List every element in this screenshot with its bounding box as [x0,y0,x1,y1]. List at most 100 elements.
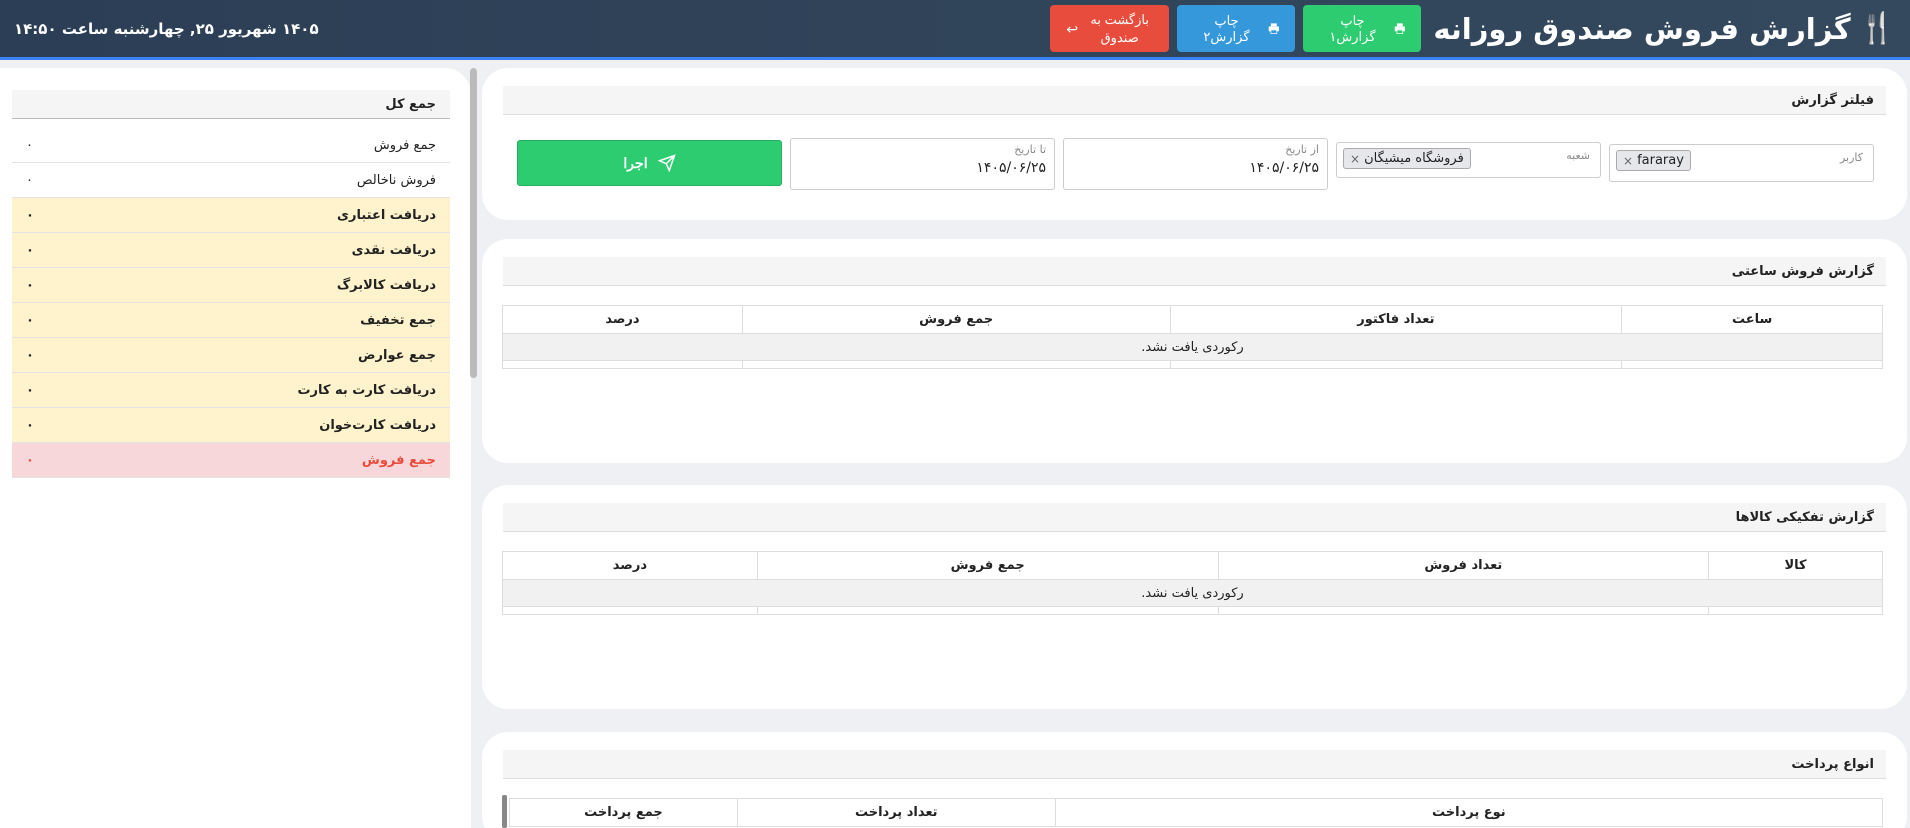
payment-types-table: نوع پرداخت تعداد پرداخت جمع پرداخت [509,798,1884,827]
column-header[interactable]: جمع فروش [741,305,1171,334]
from-date-label: از تاریخ [1285,143,1319,156]
column-header[interactable]: کالا [1708,551,1883,580]
table-row: رکوردی یافت نشد. [502,579,1883,607]
branch-select[interactable]: شعبه فروشگاه میشیگان × [1336,142,1601,178]
hourly-sales-card: گزارش فروش ساعتی ساعت تعداد فاکتور جمع ف… [482,239,1907,463]
summary-label: جمع فروش [373,137,436,153]
run-report-button[interactable]: اجرا [517,140,782,186]
printer-icon [1268,23,1279,34]
summary-label: دریافت اعتباری [337,207,436,223]
header-datetime: ۱۴۰۵ شهریور ۲۵, چهارشنبه ساعت ۱۴:۵۰ [14,19,319,38]
summary-total-row: جمع فروش ۰ [12,443,450,478]
table-header-row: کالا تعداد فروش جمع فروش درصد [502,551,1883,580]
branch-label: شعبه [1566,149,1590,162]
summary-label: جمع تخفیف [360,312,436,328]
table-row [502,606,1883,615]
summary-row: جمع تخفیف ۰ [12,303,450,338]
user-label: کاربر [1839,151,1863,164]
items-report-table: کالا تعداد فروش جمع فروش درصد رکوردی یاف… [502,551,1883,615]
remove-user-icon[interactable]: × [1623,154,1633,168]
summary-label: دریافت نقدی [351,242,436,258]
summary-panel: جمع کل جمع فروش ۰ فروش ناخالص ۰ دریافت ا… [0,68,471,828]
page-title-text: گزارش فروش صندوق روزانه [1433,11,1851,46]
table-row [502,360,1883,369]
summary-row: دریافت کالابرگ ۰ [12,268,450,303]
summary-value: ۰ [26,242,34,258]
payment-types-card: انواع پرداخت نوع پرداخت تعداد پرداخت جمع… [482,732,1907,828]
to-date-label: تا تاریخ [1014,143,1046,156]
summary-row: دریافت کارت‌خوان ۰ [12,408,450,443]
summary-label: دریافت کارت به کارت [297,382,436,398]
empty-message: رکوردی یافت نشد. [502,579,1883,607]
table-header-row: نوع پرداخت تعداد پرداخت جمع پرداخت [509,798,1884,827]
summary-label: فروش ناخالص [356,172,436,188]
summary-label: دریافت کالابرگ [336,277,436,293]
column-header[interactable]: درصد [502,551,758,580]
hourly-sales-table: ساعت تعداد فاکتور جمع فروش درصد رکوردی ی… [502,305,1883,369]
back-to-cashier-label: بازگشت به صندوق [1090,11,1149,45]
summary-row: جمع فروش ۰ [12,128,450,163]
header-actions: 🍴 گزارش فروش صندوق روزانه چاپ گزارش۱ چاپ… [1050,5,1896,52]
branch-chip: فروشگاه میشیگان × [1343,148,1471,169]
page-title: 🍴 گزارش فروش صندوق روزانه [1433,11,1896,46]
print-report-1-label: چاپ گزارش۱ [1329,12,1376,44]
summary-value: ۰ [26,312,34,328]
print-report-2-button[interactable]: چاپ گزارش۲ [1177,5,1296,52]
filter-title: فیلتر گزارش [503,86,1886,115]
filter-row: کاربر fararay × شعبه فروشگاه میشیگان × ا… [503,138,1874,190]
summary-row: دریافت اعتباری ۰ [12,198,450,233]
filter-card: فیلتر گزارش کاربر fararay × شعبه فروشگاه… [482,68,1907,220]
summary-row: جمع عوارض ۰ [12,338,450,373]
column-header[interactable]: ساعت [1621,305,1883,334]
empty-message: رکوردی یافت نشد. [502,333,1883,361]
user-select[interactable]: کاربر fararay × [1609,144,1874,182]
summary-title: جمع کل [12,90,450,119]
column-header[interactable]: تعداد فاکتور [1169,305,1623,334]
app-header: 🍴 گزارش فروش صندوق روزانه چاپ گزارش۱ چاپ… [0,0,1910,60]
remove-branch-icon[interactable]: × [1350,152,1360,166]
back-to-cashier-button[interactable]: بازگشت به صندوق ↩ [1050,5,1170,52]
summary-label: جمع عوارض [358,347,436,363]
summary-value: ۰ [26,207,34,223]
table-row: رکوردی یافت نشد. [502,333,1883,361]
from-date-field[interactable]: از تاریخ ۱۴۰۵/۰۶/۲۵ [1063,138,1328,190]
column-header[interactable]: تعداد فروش [1217,551,1710,580]
summary-value: ۰ [26,277,34,293]
summary-row: دریافت نقدی ۰ [12,233,450,268]
user-chip: fararay × [1616,150,1691,171]
summary-value: ۰ [26,452,34,468]
summary-value: ۰ [26,382,34,398]
summary-scrollbar[interactable] [470,68,477,378]
payment-table-scrollbar[interactable] [502,795,507,828]
summary-value: ۰ [26,137,33,153]
run-report-label: اجرا [623,154,648,171]
table-header-row: ساعت تعداد فاکتور جمع فروش درصد [502,305,1883,334]
from-date-value: ۱۴۰۵/۰۶/۲۵ [1249,160,1319,176]
print-report-1-button[interactable]: چاپ گزارش۱ [1303,5,1422,52]
items-report-title: گزارش تفکیکی کالاها [503,503,1886,532]
user-chip-text: fararay [1637,153,1684,168]
column-header[interactable]: نوع پرداخت [1054,798,1884,827]
column-header[interactable]: تعداد پرداخت [736,798,1056,827]
summary-label: جمع فروش [361,452,436,468]
return-arrow-icon: ↩ [1066,20,1079,37]
send-icon [657,154,676,172]
payment-types-title: انواع پرداخت [503,750,1886,779]
summary-row: فروش ناخالص ۰ [12,163,450,198]
summary-label: دریافت کارت‌خوان [319,417,436,433]
to-date-value: ۱۴۰۵/۰۶/۲۵ [976,160,1046,176]
utensils-icon: 🍴 [1858,11,1896,46]
summary-value: ۰ [26,417,34,433]
main-content: فیلتر گزارش کاربر fararay × شعبه فروشگاه… [482,68,1907,828]
to-date-field[interactable]: تا تاریخ ۱۴۰۵/۰۶/۲۵ [790,138,1055,190]
column-header[interactable]: درصد [502,305,743,334]
branch-chip-text: فروشگاه میشیگان [1364,151,1464,166]
column-header[interactable]: جمع فروش [756,551,1219,580]
print-report-2-label: چاپ گزارش۲ [1203,12,1250,44]
column-header[interactable]: جمع پرداخت [509,798,738,827]
hourly-sales-title: گزارش فروش ساعتی [503,257,1886,286]
items-report-card: گزارش تفکیکی کالاها کالا تعداد فروش جمع … [482,485,1907,709]
summary-value: ۰ [26,172,33,188]
printer-icon [1394,23,1405,34]
summary-row: دریافت کارت به کارت ۰ [12,373,450,408]
